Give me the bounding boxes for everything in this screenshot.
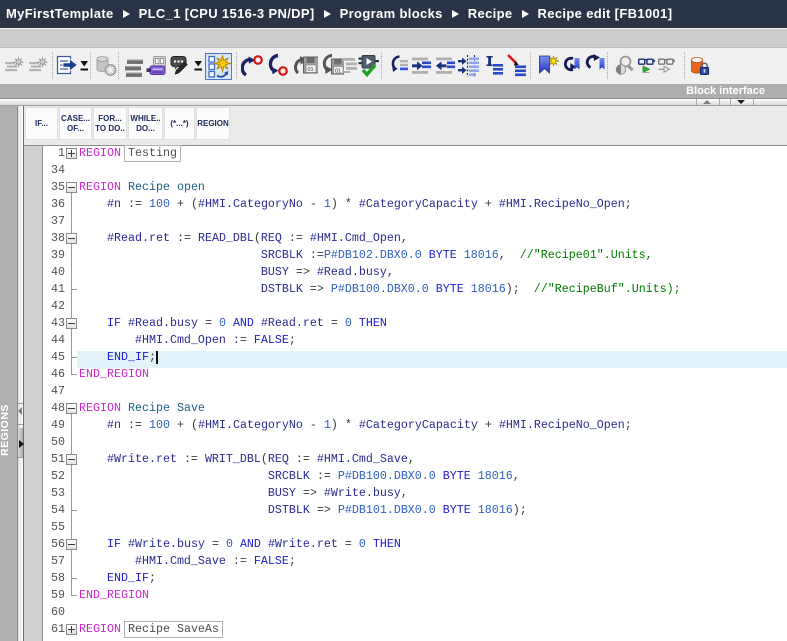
svg-text:01: 01 <box>308 67 314 73</box>
